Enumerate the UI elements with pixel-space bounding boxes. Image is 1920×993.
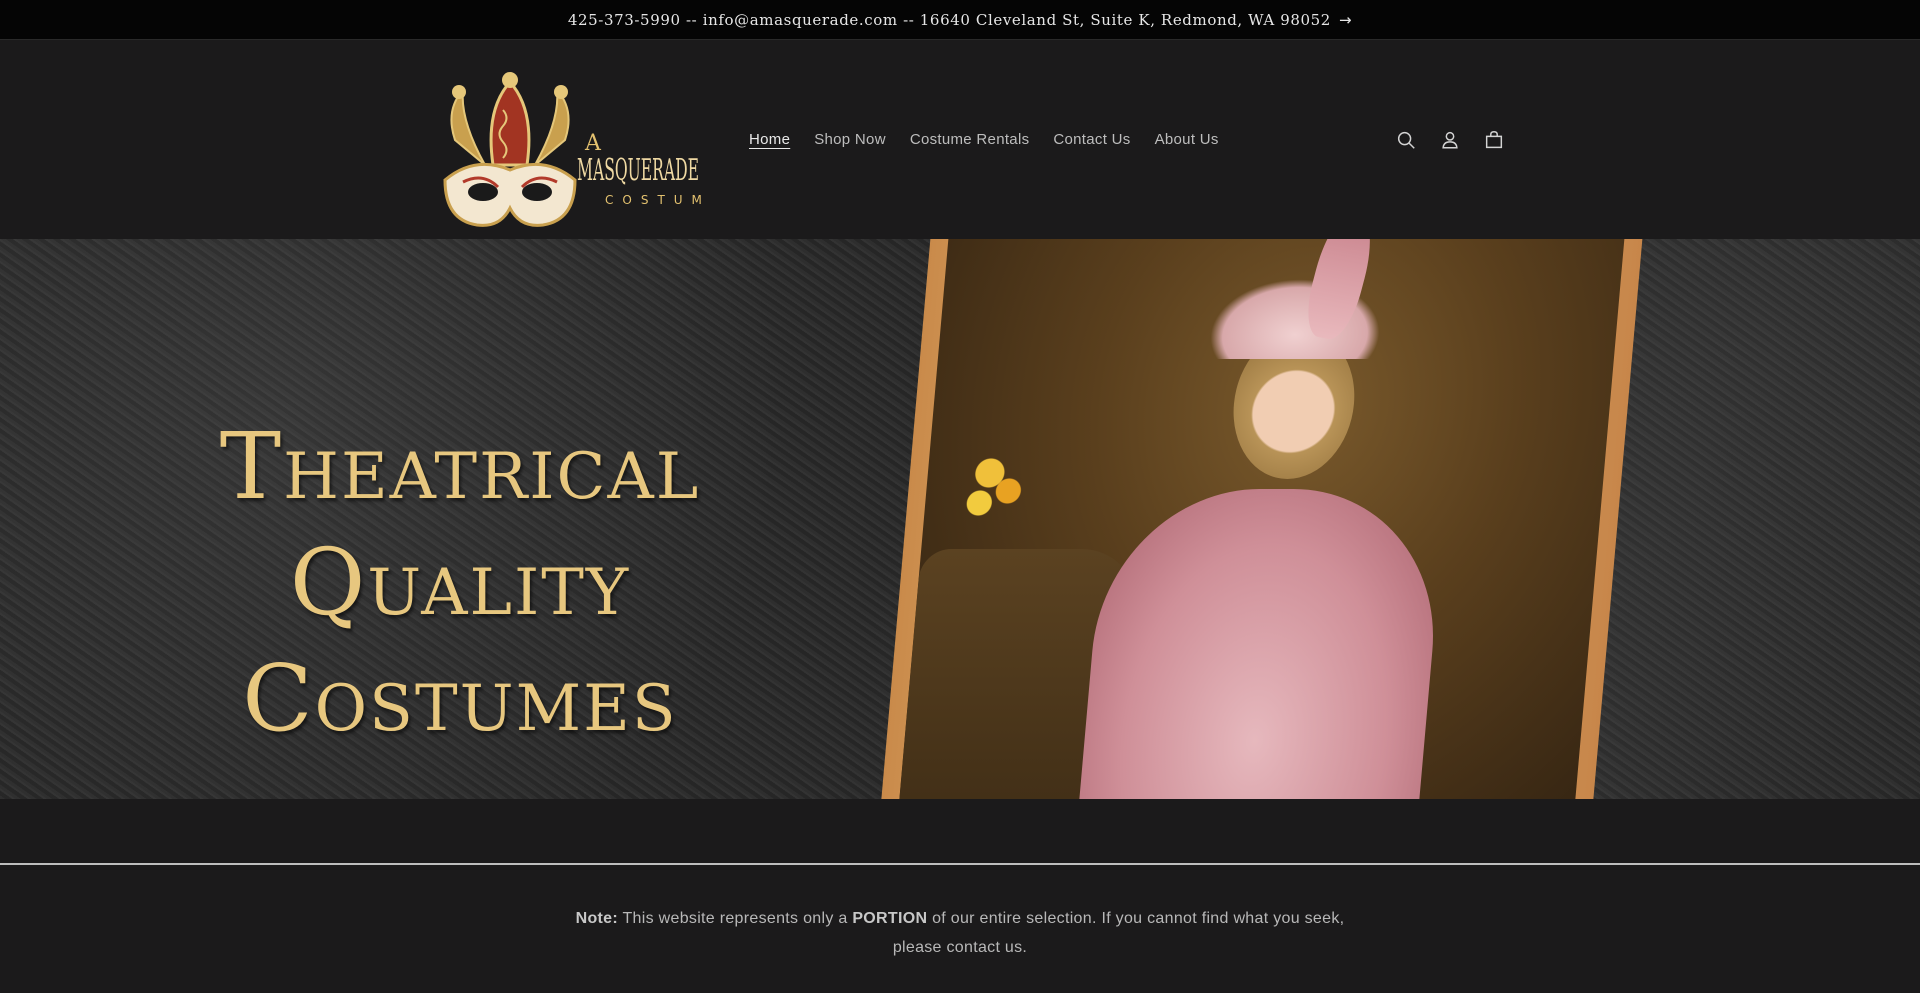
logo-text-masquerade: MASQUERADE [577,153,699,188]
note-text-after: of our entire selection. If you cannot f… [892,910,1345,956]
announcement-bar: 425-373-5990 -- info@amasquerade.com -- … [0,0,1920,40]
announcement-text: 425-373-5990 -- info@amasquerade.com -- … [567,10,1331,29]
hero-picture-frame [877,239,1645,799]
announcement-link[interactable]: 425-373-5990 -- info@amasquerade.com -- … [568,11,1352,29]
hero-title-line2: Quality [289,529,631,636]
note-label: Note: [575,910,618,927]
nav-contact-us[interactable]: Contact Us [1041,131,1142,148]
nav-about-us[interactable]: About Us [1143,131,1231,148]
header-icons [1395,40,1505,239]
hero-title-line1: Theatrical [219,413,701,520]
logo-text-costume: COSTUME [605,193,705,207]
note-emphasis: PORTION [852,910,928,927]
note-text-before: This website represents only a [622,910,848,927]
selection-note: Note: This website represents only a POR… [560,904,1360,962]
hero-photo [895,239,1627,799]
main-nav: Home Shop Now Costume Rentals Contact Us… [737,40,1231,239]
nav-home[interactable]: Home [737,131,802,148]
search-icon[interactable] [1395,129,1417,151]
cart-icon[interactable] [1483,129,1505,151]
arrow-right-icon: → [1338,10,1353,29]
hero-banner[interactable]: Theatrical Quality Costumes [0,239,1920,799]
hero-title-line3: Costumes [242,645,678,752]
costume-dress-graphic [1075,489,1447,799]
site-logo[interactable]: A MASQUERADE COSTUME [415,70,705,252]
section-divider [0,863,1920,865]
account-icon[interactable] [1439,129,1461,151]
site-header: A MASQUERADE COSTUME Home Shop Now Costu… [0,40,1920,239]
nav-shop-now[interactable]: Shop Now [802,131,898,148]
hero-title: Theatrical Quality Costumes [150,409,770,757]
flowers-graphic [949,449,1040,569]
nav-costume-rentals[interactable]: Costume Rentals [898,131,1042,148]
